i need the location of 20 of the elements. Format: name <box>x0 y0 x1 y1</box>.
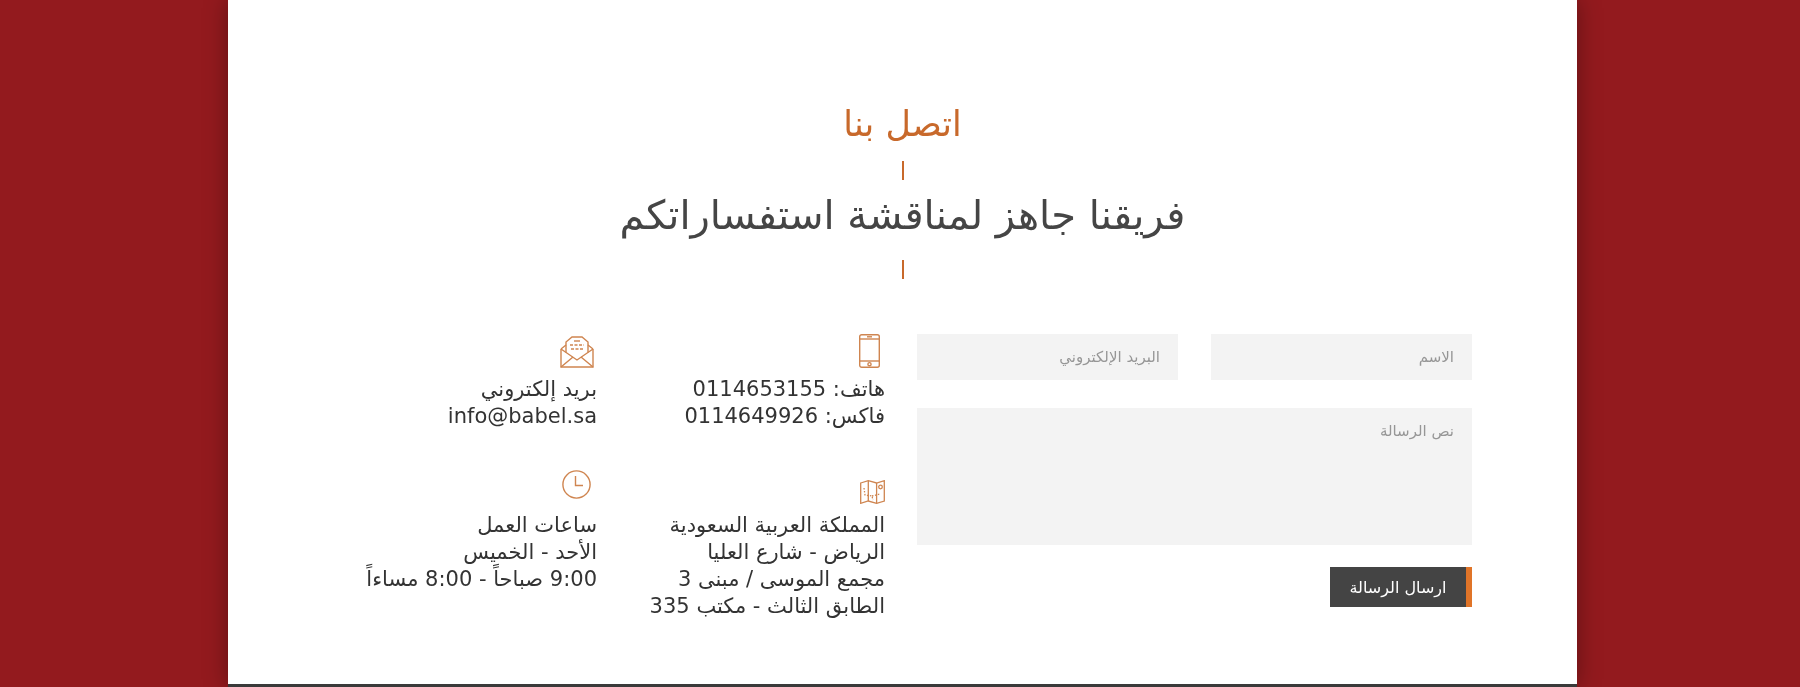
section-title: اتصل بنا <box>843 104 962 144</box>
folded-map-icon <box>860 480 885 504</box>
clock-icon <box>562 470 591 499</box>
contact-detail-text: info@babel.sa <box>447 403 597 430</box>
open-envelope-icon <box>560 336 594 368</box>
contact-detail-text: ساعات العمل <box>477 512 597 539</box>
send-message-button[interactable]: ارسال الرسالة <box>1330 567 1472 607</box>
contact-detail-text: الأحد - الخميس <box>463 539 597 564</box>
contact-detail-text: الرياض - شارع العليا <box>707 539 885 566</box>
smartphone-icon <box>859 334 880 368</box>
text-input-field[interactable]: البريد الإلكتروني <box>917 334 1178 380</box>
message-textarea[interactable]: نص الرسالة <box>917 408 1472 545</box>
contact-detail-text: هاتف: 0114653155 <box>692 376 885 403</box>
text-input-field[interactable]: الاسم <box>1211 334 1472 380</box>
contact-detail-text: المملكة العربية السعودية <box>669 512 885 539</box>
contact-detail-text: فاكس: 0114649926 <box>684 403 885 430</box>
contact-detail-text: الطابق الثالث - مكتب 335 <box>649 593 885 620</box>
section-subtitle: فريقنا جاهز لمناقشة استفساراتكم <box>619 191 1186 240</box>
contact-detail-text: بريد إلكتروني <box>480 376 597 403</box>
contact-detail-text: مجمع الموسى / مبنى 3 <box>677 566 885 593</box>
